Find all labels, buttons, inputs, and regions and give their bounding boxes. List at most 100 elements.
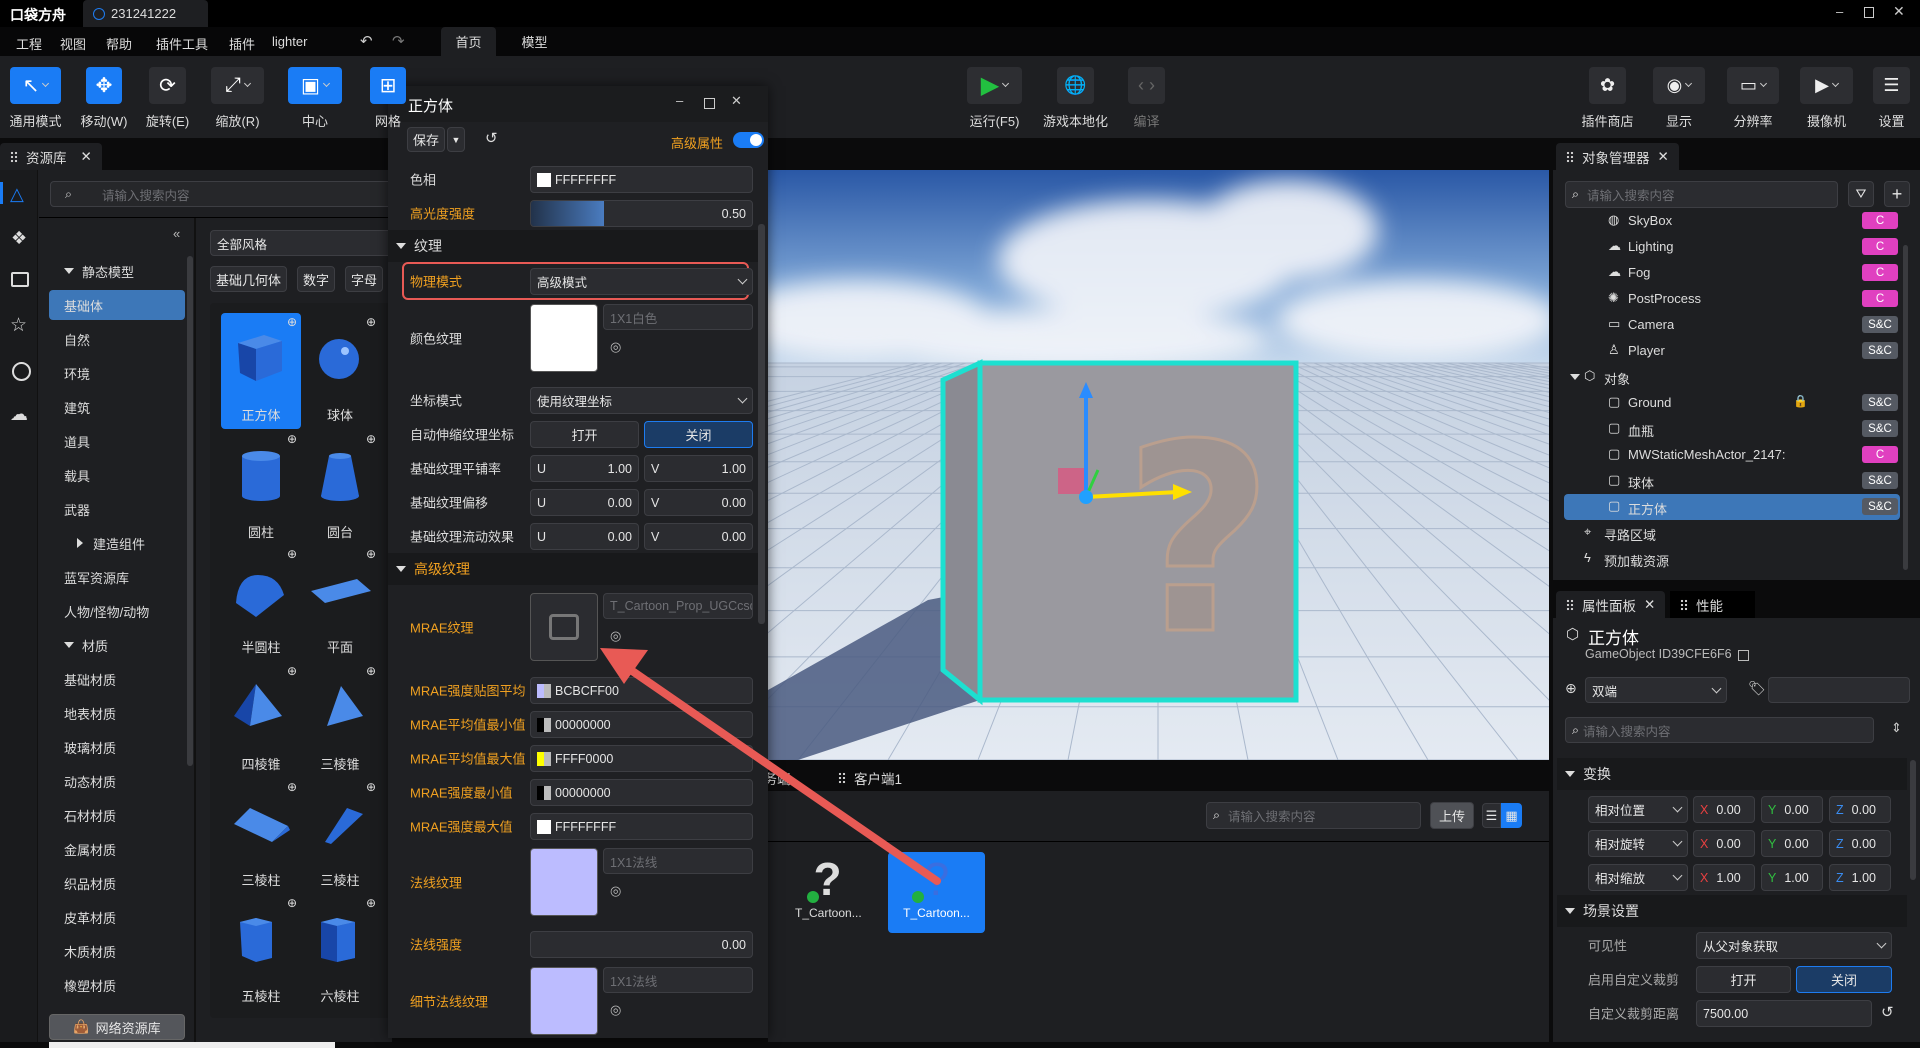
category-item[interactable]: 木质材质 bbox=[49, 936, 185, 966]
project-tab[interactable]: 231241222 bbox=[83, 0, 208, 27]
tree-item[interactable]: ♙ Player bbox=[1564, 338, 1900, 364]
zoom-in-icon[interactable]: ⊕ bbox=[287, 664, 297, 678]
color-param-field[interactable]: FFFF0000 bbox=[530, 745, 753, 772]
toolbar-button-video-camera[interactable]: ▶ bbox=[1800, 67, 1853, 104]
viewport-render[interactable]: ? bbox=[768, 170, 1549, 760]
tree-item[interactable]: ⬡ 对象 bbox=[1564, 364, 1900, 390]
tree-item[interactable]: ▭ Camera bbox=[1564, 312, 1900, 338]
offset-u-input[interactable]: U 0.00 bbox=[530, 489, 639, 516]
zoom-in-icon[interactable]: ⊕ bbox=[366, 896, 376, 910]
zoom-in-icon[interactable]: ⊕ bbox=[287, 432, 297, 446]
asset-tile[interactable]: ⊕ 五棱柱 bbox=[221, 894, 301, 1010]
reset-icon[interactable]: ↺ bbox=[1881, 1003, 1894, 1021]
lock-icon[interactable]: 🔒 bbox=[1793, 394, 1808, 408]
category-item[interactable]: 人物/怪物/动物 bbox=[49, 596, 185, 626]
zoom-in-icon[interactable]: ⊕ bbox=[287, 547, 297, 561]
tree-item[interactable]: ✺ PostProcess bbox=[1564, 286, 1900, 312]
toolbar-button-eye[interactable]: ◉ bbox=[1653, 67, 1705, 104]
collapse-icon[interactable]: « bbox=[173, 226, 180, 241]
category-group[interactable]: 静态模型 bbox=[49, 256, 185, 286]
zoom-in-icon[interactable]: ⊕ bbox=[366, 780, 376, 794]
tiling-v-input[interactable]: V 1.00 bbox=[644, 455, 753, 482]
category-item[interactable]: 玻璃材质 bbox=[49, 732, 185, 762]
category-item[interactable]: 织品材质 bbox=[49, 868, 185, 898]
zoom-in-icon[interactable]: ⊕ bbox=[287, 780, 297, 794]
transform-y-input[interactable]: Y 0.00 bbox=[1761, 796, 1823, 823]
offset-v-input[interactable]: V 0.00 bbox=[644, 489, 753, 516]
history-icon[interactable] bbox=[12, 362, 31, 381]
tree-item[interactable]: ϟ 预加载资源 bbox=[1564, 546, 1900, 572]
asset-tile[interactable]: ⊕ 六棱柱 bbox=[300, 894, 380, 1010]
shapes-icon[interactable]: △ bbox=[10, 184, 32, 204]
category-item[interactable]: 地表材质 bbox=[49, 698, 185, 728]
save-options-button[interactable]: ▼ bbox=[447, 127, 465, 152]
scene-viewport[interactable]: ? bbox=[768, 170, 1549, 760]
transform-x-input[interactable]: X 1.00 bbox=[1693, 864, 1755, 891]
transform-mode-dropdown[interactable]: 相对缩放 bbox=[1588, 864, 1688, 891]
tab-model[interactable]: 模型 bbox=[507, 27, 562, 56]
close-icon[interactable]: ✕ bbox=[81, 149, 92, 165]
asset-tile[interactable]: ⊕ 球体 bbox=[300, 313, 380, 429]
category-item[interactable]: 环境 bbox=[49, 358, 185, 388]
transform-z-input[interactable]: Z 1.00 bbox=[1829, 864, 1891, 891]
transform-x-input[interactable]: X 0.00 bbox=[1693, 830, 1755, 857]
save-button[interactable]: 保存 bbox=[407, 127, 445, 152]
components-icon[interactable]: ❖ bbox=[11, 228, 27, 249]
normal-texture-field[interactable]: 1X1法线 bbox=[603, 848, 753, 874]
locate-asset-icon[interactable]: ◎ bbox=[610, 1002, 621, 1018]
category-item[interactable]: 建筑 bbox=[49, 392, 185, 422]
network-library-button[interactable]: 👜 网络资源库 bbox=[49, 1014, 185, 1040]
dialog-minimize-button[interactable]: – bbox=[676, 93, 683, 108]
clip-distance-input[interactable]: 7500.00 bbox=[1696, 1000, 1872, 1027]
mrae-texture-thumbnail[interactable] bbox=[530, 593, 598, 661]
tree-item[interactable]: ▢ Ground 🔒 bbox=[1564, 390, 1900, 416]
toolbar-button-pivot-center[interactable]: ▣ bbox=[288, 67, 342, 104]
bottom-search-input[interactable]: ⌕ 请输入搜索内容 bbox=[1206, 802, 1421, 829]
category-item[interactable]: 蓝军资源库 bbox=[49, 562, 185, 592]
tree-item[interactable]: ☁ Lighting bbox=[1564, 234, 1900, 260]
tab-object-manager[interactable]: 对象管理器 ✕ bbox=[1556, 143, 1679, 170]
asset-tile[interactable]: ⊕ 三棱锥 bbox=[300, 662, 380, 778]
transform-mode-dropdown[interactable]: 相对位置 bbox=[1588, 796, 1688, 823]
tree-item[interactable]: ▢ 球体 bbox=[1564, 468, 1900, 494]
color-texture-field[interactable]: 1X1白色 bbox=[603, 304, 753, 330]
transform-z-input[interactable]: Z 0.00 bbox=[1829, 830, 1891, 857]
toolbox-icon[interactable] bbox=[11, 272, 29, 287]
visibility-dropdown[interactable]: 从父对象获取 bbox=[1696, 932, 1892, 959]
autoscale-on-button[interactable]: 打开 bbox=[530, 421, 639, 448]
list-view-button[interactable]: ☰ bbox=[1482, 803, 1501, 828]
transform-mode-dropdown[interactable]: 相对旋转 bbox=[1588, 830, 1688, 857]
zoom-in-icon[interactable]: ⊕ bbox=[366, 315, 376, 329]
menu-1[interactable]: 视图 bbox=[60, 34, 86, 53]
asset-item-selected[interactable]: ? T_Cartoon... bbox=[888, 852, 985, 933]
net-mode-dropdown[interactable]: 双端 bbox=[1585, 677, 1727, 703]
detail-normal-thumbnail[interactable] bbox=[530, 967, 598, 1035]
close-icon[interactable]: ✕ bbox=[1658, 149, 1669, 165]
tab-client-1[interactable]: 客户端1 bbox=[828, 764, 938, 791]
revert-icon[interactable]: ↺ bbox=[485, 129, 498, 147]
category-subgroup[interactable]: 建造组件 bbox=[49, 528, 185, 558]
transform-z-input[interactable]: Z 0.00 bbox=[1829, 796, 1891, 823]
transform-y-input[interactable]: Y 0.00 bbox=[1761, 830, 1823, 857]
mrae-texture-field[interactable]: T_Cartoon_Prop_UGCcsq bbox=[603, 593, 753, 619]
toolbar-button-play[interactable]: ▶ bbox=[967, 67, 1022, 104]
transform-x-input[interactable]: X 0.00 bbox=[1693, 796, 1755, 823]
color-param-field[interactable]: FFFFFFFF bbox=[530, 813, 753, 840]
toolbar-button-sliders[interactable]: ☰ bbox=[1873, 67, 1910, 104]
zoom-in-icon[interactable]: ⊕ bbox=[287, 315, 297, 329]
toolbar-button-scale[interactable]: ⤢ bbox=[211, 67, 264, 104]
drag-handle-icon[interactable] bbox=[838, 771, 846, 784]
close-icon[interactable]: ✕ bbox=[1644, 597, 1655, 613]
tag-letters[interactable]: 字母 bbox=[345, 266, 383, 292]
category-item[interactable]: 金属材质 bbox=[49, 834, 185, 864]
asset-tile[interactable]: ⊕ 三棱柱 bbox=[221, 778, 301, 894]
asset-tile[interactable]: ⊕ 正方体 bbox=[221, 313, 301, 429]
horizontal-scrollbar[interactable] bbox=[49, 1042, 335, 1048]
zoom-in-icon[interactable]: ⊕ bbox=[366, 664, 376, 678]
property-search-input[interactable]: ⌕ 请输入搜索内容 bbox=[1565, 717, 1874, 743]
category-item[interactable]: 橡塑材质 bbox=[49, 970, 185, 1000]
drag-handle-icon[interactable] bbox=[1566, 598, 1574, 611]
asset-tile[interactable]: ⊕ 半圆柱 bbox=[221, 545, 301, 661]
asset-tile[interactable]: ⊕ 圆台 bbox=[300, 430, 380, 546]
tag-basic-geometry[interactable]: 基础几何体 bbox=[210, 266, 287, 292]
